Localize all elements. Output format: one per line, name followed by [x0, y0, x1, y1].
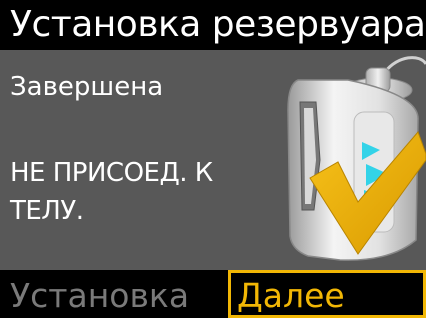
softkey-install-button[interactable]: Установка [0, 270, 228, 318]
softkey-bar: Установка Далее [0, 270, 426, 318]
pump-screen: Установка резервуара Завершена НЕ ПРИСОЕ… [0, 0, 426, 318]
tubing-shape [383, 56, 426, 73]
title-bar: Установка резервуара [0, 0, 426, 50]
page-title: Установка резервуара [10, 4, 426, 45]
softkey-next-button[interactable]: Далее [228, 270, 426, 318]
reservoir-inserted-checkmark-icon [280, 50, 426, 270]
warning-text: НЕ ПРИСОЕД. К ТЕЛУ. [10, 158, 213, 226]
status-text: Завершена [10, 72, 164, 102]
